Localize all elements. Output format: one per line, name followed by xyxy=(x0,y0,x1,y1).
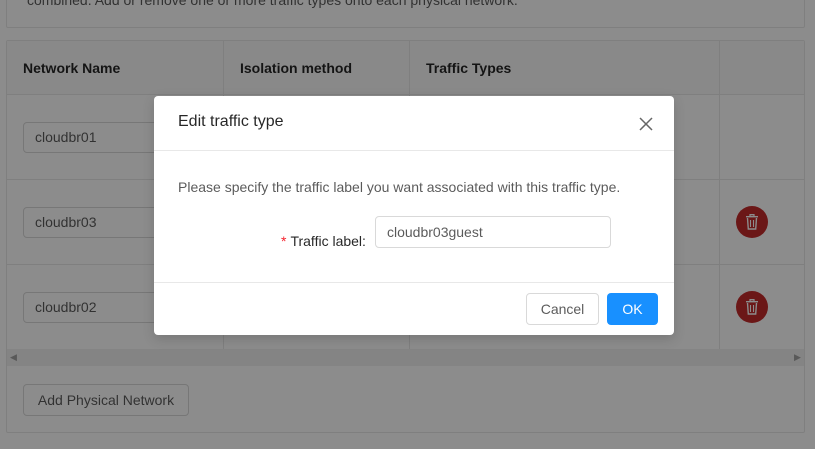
traffic-label-field-label: * Traffic label: xyxy=(281,225,366,257)
edit-traffic-type-modal: Edit traffic type Please specify the tra… xyxy=(154,96,674,335)
cancel-button[interactable]: Cancel xyxy=(526,293,599,325)
label-colon: : xyxy=(362,233,366,249)
modal-header: Edit traffic type xyxy=(154,96,674,151)
close-button[interactable] xyxy=(636,114,656,134)
modal-footer: Cancel OK xyxy=(154,282,674,335)
close-icon xyxy=(639,117,653,131)
traffic-label-text: Traffic label xyxy=(290,233,363,249)
required-mark: * xyxy=(281,233,287,249)
ok-button[interactable]: OK xyxy=(607,293,658,325)
modal-description: Please specify the traffic label you wan… xyxy=(178,179,621,195)
traffic-label-input[interactable]: cloudbr03guest xyxy=(375,216,611,248)
modal-title: Edit traffic type xyxy=(178,113,284,130)
